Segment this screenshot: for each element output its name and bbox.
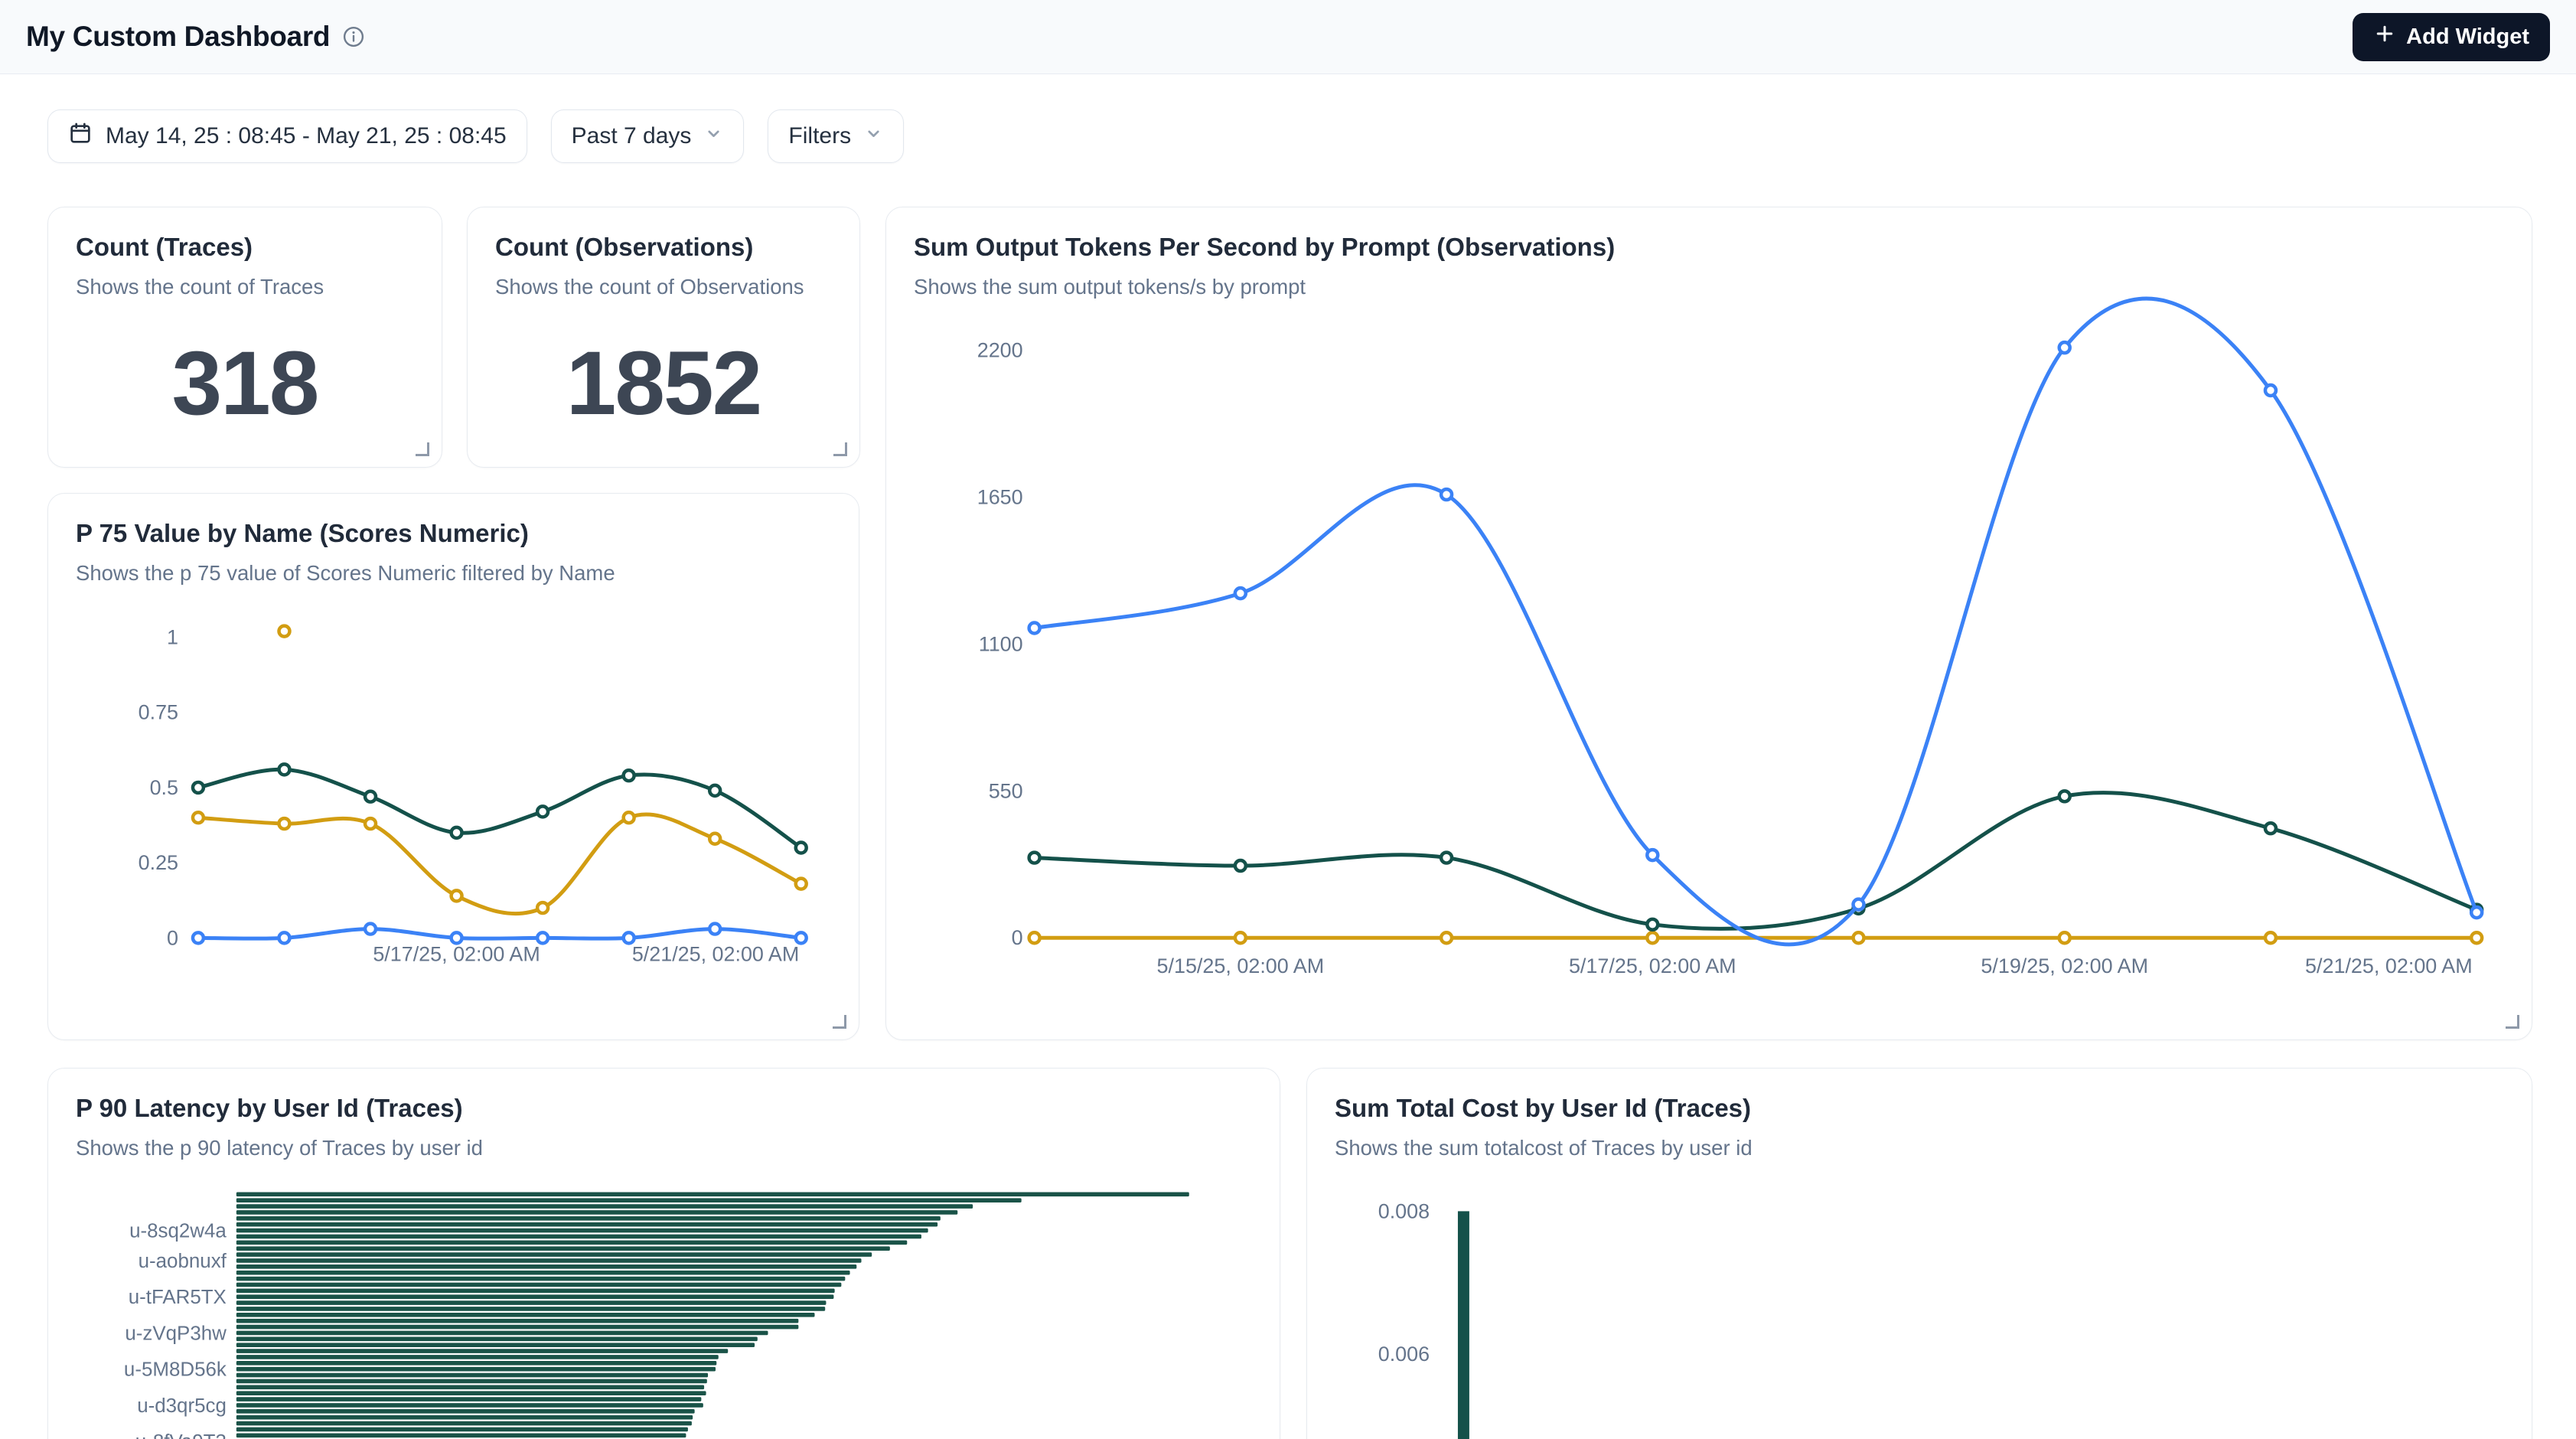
widget-subtitle: Shows the p 90 latency of Traces by user… — [76, 1136, 1252, 1160]
widget-title: P 90 Latency by User Id (Traces) — [76, 1094, 1252, 1123]
dashboard-page: My Custom Dashboard Add Widget — [0, 0, 2576, 1439]
resize-handle[interactable] — [2506, 1015, 2519, 1029]
widget-cost-chart: Sum Total Cost by User Id (Traces) Shows… — [1306, 1068, 2532, 1439]
filter-row: May 14, 25 : 08:45 - May 21, 25 : 08:45 … — [47, 109, 904, 163]
date-preset-select[interactable]: Past 7 days — [551, 109, 745, 163]
svg-text:0: 0 — [1012, 926, 1023, 949]
svg-text:0.75: 0.75 — [139, 701, 178, 724]
svg-text:1100: 1100 — [979, 632, 1023, 655]
add-widget-button[interactable]: Add Widget — [2353, 13, 2550, 61]
svg-text:u-d3qr5cg: u-d3qr5cg — [137, 1395, 227, 1417]
page-header: My Custom Dashboard Add Widget — [0, 0, 2576, 74]
svg-text:u-8fVa9T3: u-8fVa9T3 — [135, 1431, 227, 1439]
svg-text:u-tFAR5TX: u-tFAR5TX — [129, 1287, 227, 1308]
widget-subtitle: Shows the count of Traces — [76, 275, 414, 299]
svg-text:5/17/25, 02:00 AM: 5/17/25, 02:00 AM — [1569, 954, 1736, 977]
svg-text:5/21/25, 02:00 AM: 5/21/25, 02:00 AM — [2305, 954, 2473, 977]
widget-count-traces: Count (Traces) Shows the count of Traces… — [47, 207, 442, 468]
chevron-down-icon — [704, 123, 723, 149]
widget-subtitle: Shows the p 75 value of Scores Numeric f… — [76, 561, 831, 586]
p90-bar-chart[interactable]: u-8sq2w4a u-aobnuxf u-tFAR5TX u-zVqP3hw u-5M… — [48, 1069, 1280, 1439]
svg-text:5/17/25, 02:00 AM: 5/17/25, 02:00 AM — [373, 942, 540, 965]
svg-text:0.5: 0.5 — [150, 776, 178, 799]
info-icon[interactable] — [342, 25, 365, 48]
count-observations-value: 1852 — [468, 299, 859, 467]
widget-p75-chart: P 75 Value by Name (Scores Numeric) Show… — [47, 493, 859, 1040]
date-range-value: May 14, 25 : 08:45 - May 21, 25 : 08:45 — [106, 123, 507, 149]
widget-subtitle: Shows the sum totalcost of Traces by use… — [1335, 1136, 2504, 1160]
resize-handle[interactable] — [833, 1015, 846, 1029]
svg-text:5/21/25, 02:00 AM: 5/21/25, 02:00 AM — [632, 942, 799, 965]
svg-text:2200: 2200 — [977, 339, 1023, 362]
widget-subtitle: Shows the sum output tokens/s by prompt — [914, 275, 2504, 299]
widget-tokens-chart: Sum Output Tokens Per Second by Prompt (… — [885, 207, 2532, 1040]
widget-p90-chart: P 90 Latency by User Id (Traces) Shows t… — [47, 1068, 1280, 1439]
svg-text:0.008: 0.008 — [1378, 1199, 1430, 1222]
svg-text:1650: 1650 — [977, 486, 1023, 509]
resize-handle[interactable] — [833, 442, 847, 456]
cost-bar-chart[interactable]: 0.008 0.006 — [1307, 1069, 2532, 1439]
widget-title: Sum Output Tokens Per Second by Prompt (… — [914, 233, 2504, 262]
calendar-icon — [68, 121, 93, 152]
svg-text:u-zVqP3hw: u-zVqP3hw — [125, 1323, 227, 1344]
chevron-down-icon — [864, 123, 883, 149]
svg-text:1: 1 — [167, 625, 178, 648]
date-preset-value: Past 7 days — [572, 123, 692, 149]
widget-subtitle: Shows the count of Observations — [495, 275, 832, 299]
date-range-picker[interactable]: May 14, 25 : 08:45 - May 21, 25 : 08:45 — [47, 109, 527, 163]
filters-button[interactable]: Filters — [768, 109, 904, 163]
widget-title: Count (Traces) — [76, 233, 414, 262]
widget-title: P 75 Value by Name (Scores Numeric) — [76, 519, 831, 548]
filters-label: Filters — [788, 123, 851, 149]
tokens-line-chart[interactable]: 0 550 1100 1650 2200 5/15/25, 02:00 AM 5/17/25… — [886, 207, 2532, 1039]
svg-text:0.006: 0.006 — [1378, 1343, 1430, 1366]
svg-text:0: 0 — [167, 926, 178, 949]
widget-title: Count (Observations) — [495, 233, 832, 262]
add-widget-label: Add Widget — [2406, 24, 2529, 50]
svg-text:u-5M8D56k: u-5M8D56k — [124, 1359, 227, 1381]
widget-count-observations: Count (Observations) Shows the count of … — [467, 207, 860, 468]
svg-text:550: 550 — [989, 779, 1023, 802]
page-title: My Custom Dashboard — [26, 21, 330, 53]
widget-title: Sum Total Cost by User Id (Traces) — [1335, 1094, 2504, 1123]
svg-text:u-8sq2w4a: u-8sq2w4a — [129, 1221, 227, 1242]
plus-icon — [2373, 22, 2396, 51]
svg-text:5/15/25, 02:00 AM: 5/15/25, 02:00 AM — [1157, 954, 1325, 977]
svg-text:0.25: 0.25 — [139, 851, 178, 874]
resize-handle[interactable] — [416, 442, 429, 456]
count-traces-value: 318 — [48, 299, 442, 467]
svg-text:u-aobnuxf: u-aobnuxf — [139, 1251, 227, 1272]
svg-text:5/19/25, 02:00 AM: 5/19/25, 02:00 AM — [1981, 954, 2148, 977]
